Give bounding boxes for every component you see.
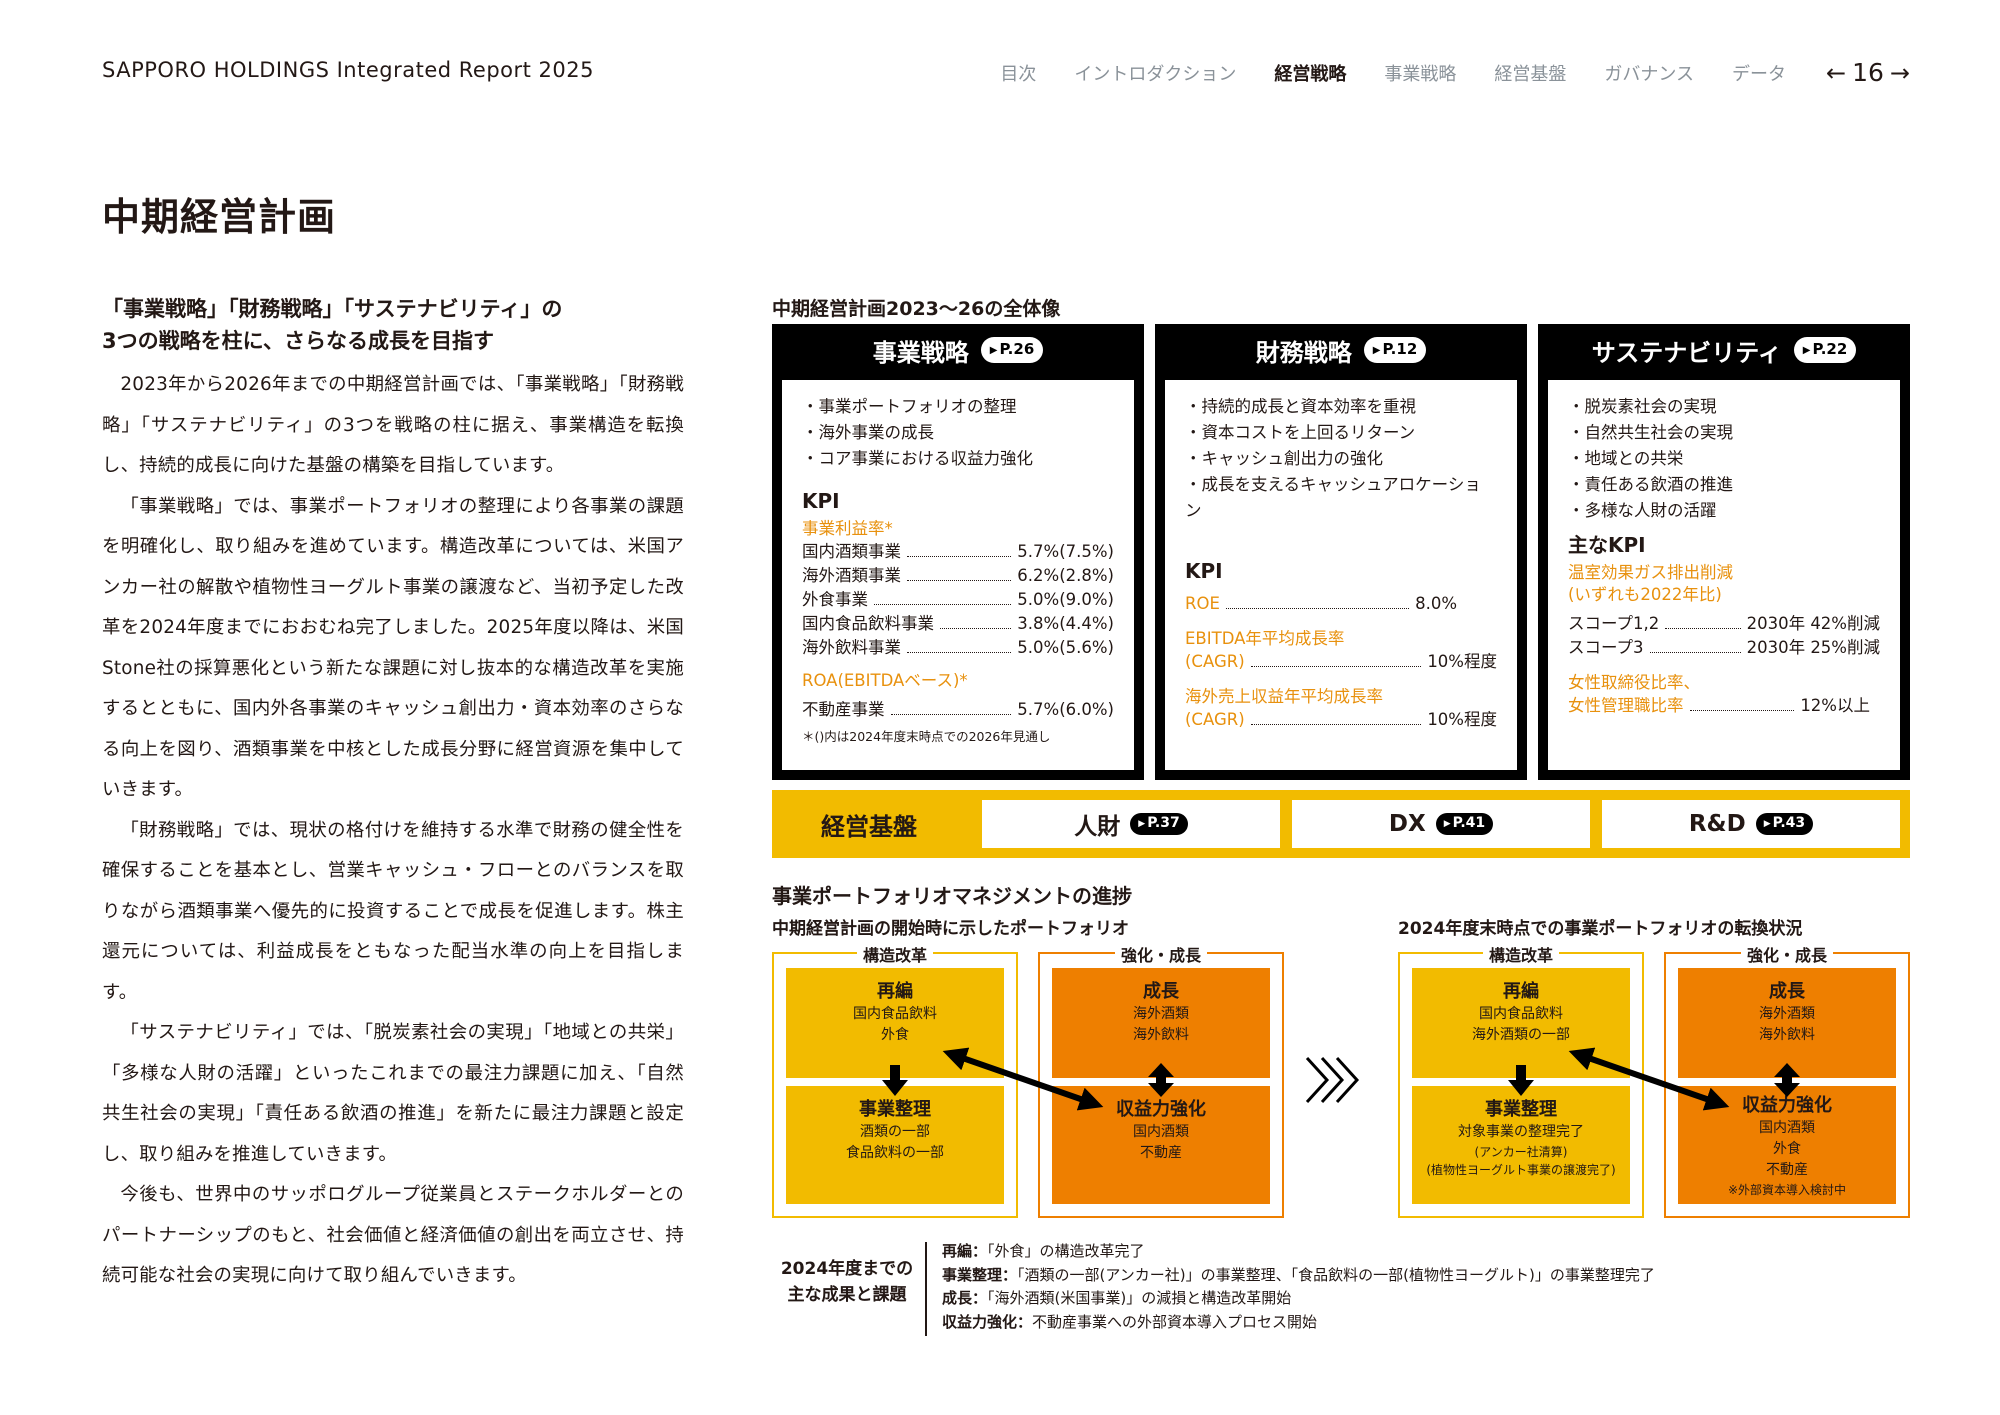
result-item: 収益力強化：不動産事業への外部資本導入プロセス開始 xyxy=(942,1312,1318,1331)
result-item: 再編：「外食」の構造改革完了 xyxy=(942,1242,1145,1260)
results-divider xyxy=(925,1242,927,1336)
results-title: 2024年度までの 主な成果と課題 xyxy=(780,1259,914,1305)
up-down-arrow-icon xyxy=(1148,1063,1174,1097)
result-item: 事業整理：「酒類の一部(アンカー社)」の事業整理、「食品飲料の一部(植物性ヨーグ… xyxy=(942,1265,1655,1284)
down-arrow-icon xyxy=(882,1065,908,1096)
portfolio-arrows xyxy=(882,1047,1800,1111)
transition-chevron-icon xyxy=(1305,1056,1360,1104)
result-item: 成長：「海外酒類(米国事業)」の減損と構造改革開始 xyxy=(942,1289,1292,1307)
diagonal-double-arrow-icon xyxy=(942,1047,1104,1111)
results-list: 再編：「外食」の構造改革完了 事業整理：「酒類の一部(アンカー社)」の事業整理、… xyxy=(942,1240,1655,1334)
down-arrow-icon xyxy=(1508,1065,1534,1096)
up-down-arrow-icon xyxy=(1774,1063,1800,1097)
diagonal-double-arrow-icon xyxy=(1568,1047,1730,1111)
